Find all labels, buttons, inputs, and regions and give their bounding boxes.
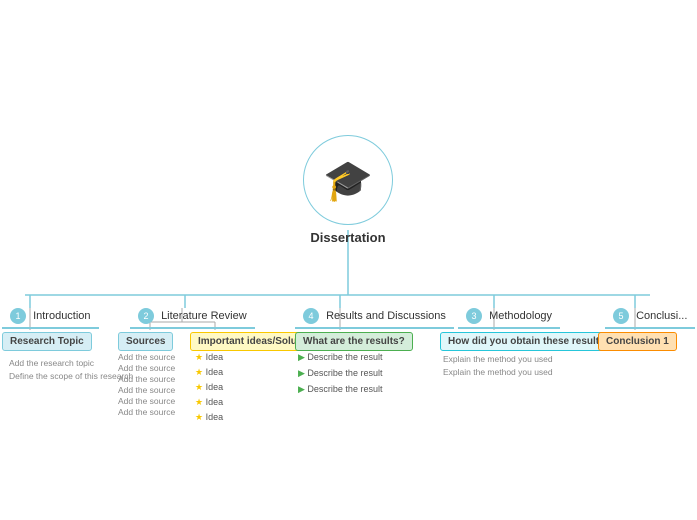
branch-number-literature: 2 — [138, 308, 154, 324]
branch-literature: 2 Literature Review — [130, 305, 255, 329]
item-idea-1: ★ Idea — [195, 352, 223, 363]
item-source-5: Add the source — [118, 396, 175, 406]
branch-results: 4 Results and Discussions — [295, 305, 454, 329]
branch-number-introduction: 1 — [10, 308, 26, 324]
item-result-1: ▶ Describe the result — [298, 352, 382, 363]
item-idea-3: ★ Idea — [195, 382, 223, 393]
branch-label-conclusion: 5 Conclusi... — [605, 305, 695, 329]
branch-number-methodology: 3 — [466, 308, 482, 324]
item-idea-4: ★ Idea — [195, 397, 223, 408]
center-label: Dissertation — [310, 230, 385, 245]
item-result-2: ▶ Describe the result — [298, 368, 382, 379]
connector-lines — [0, 0, 697, 520]
sub-results: What are the results? — [295, 332, 413, 351]
branch-methodology: 3 Methodology — [458, 305, 560, 329]
branch-number-results: 4 — [303, 308, 319, 324]
sub-research-topic: Research Topic — [2, 332, 92, 351]
branch-label-literature: 2 Literature Review — [130, 305, 255, 329]
item-source-4: Add the source — [118, 385, 175, 395]
branch-label-introduction: 1 Introduction — [2, 305, 99, 329]
sub-conclusion-1: Conclusion 1 — [598, 332, 677, 351]
center-node: 🎓 Dissertation — [303, 135, 393, 245]
item-source-6: Add the source — [118, 407, 175, 417]
branch-label-methodology: 3 Methodology — [458, 305, 560, 329]
item-source-3: Add the source — [118, 374, 175, 384]
center-icon: 🎓 — [323, 157, 373, 204]
branch-number-conclusion: 5 — [613, 308, 629, 324]
item-idea-5: ★ Idea — [195, 412, 223, 423]
item-method-2: Explain the method you used — [443, 367, 553, 377]
mindmap-canvas: 🎓 Dissertation 1 Introduction Research T… — [0, 0, 697, 520]
branch-label-results: 4 Results and Discussions — [295, 305, 454, 329]
item-source-1: Add the source — [118, 352, 175, 362]
sub-sources: Sources — [118, 332, 173, 351]
branch-introduction: 1 Introduction — [2, 305, 99, 329]
item-method-1: Explain the method you used — [443, 354, 553, 364]
sub-methodology: How did you obtain these results? — [440, 332, 619, 351]
item-source-2: Add the source — [118, 363, 175, 373]
branch-conclusion: 5 Conclusi... — [605, 305, 695, 329]
center-circle: 🎓 — [303, 135, 393, 225]
item-result-3: ▶ Describe the result — [298, 384, 382, 395]
item-idea-2: ★ Idea — [195, 367, 223, 378]
